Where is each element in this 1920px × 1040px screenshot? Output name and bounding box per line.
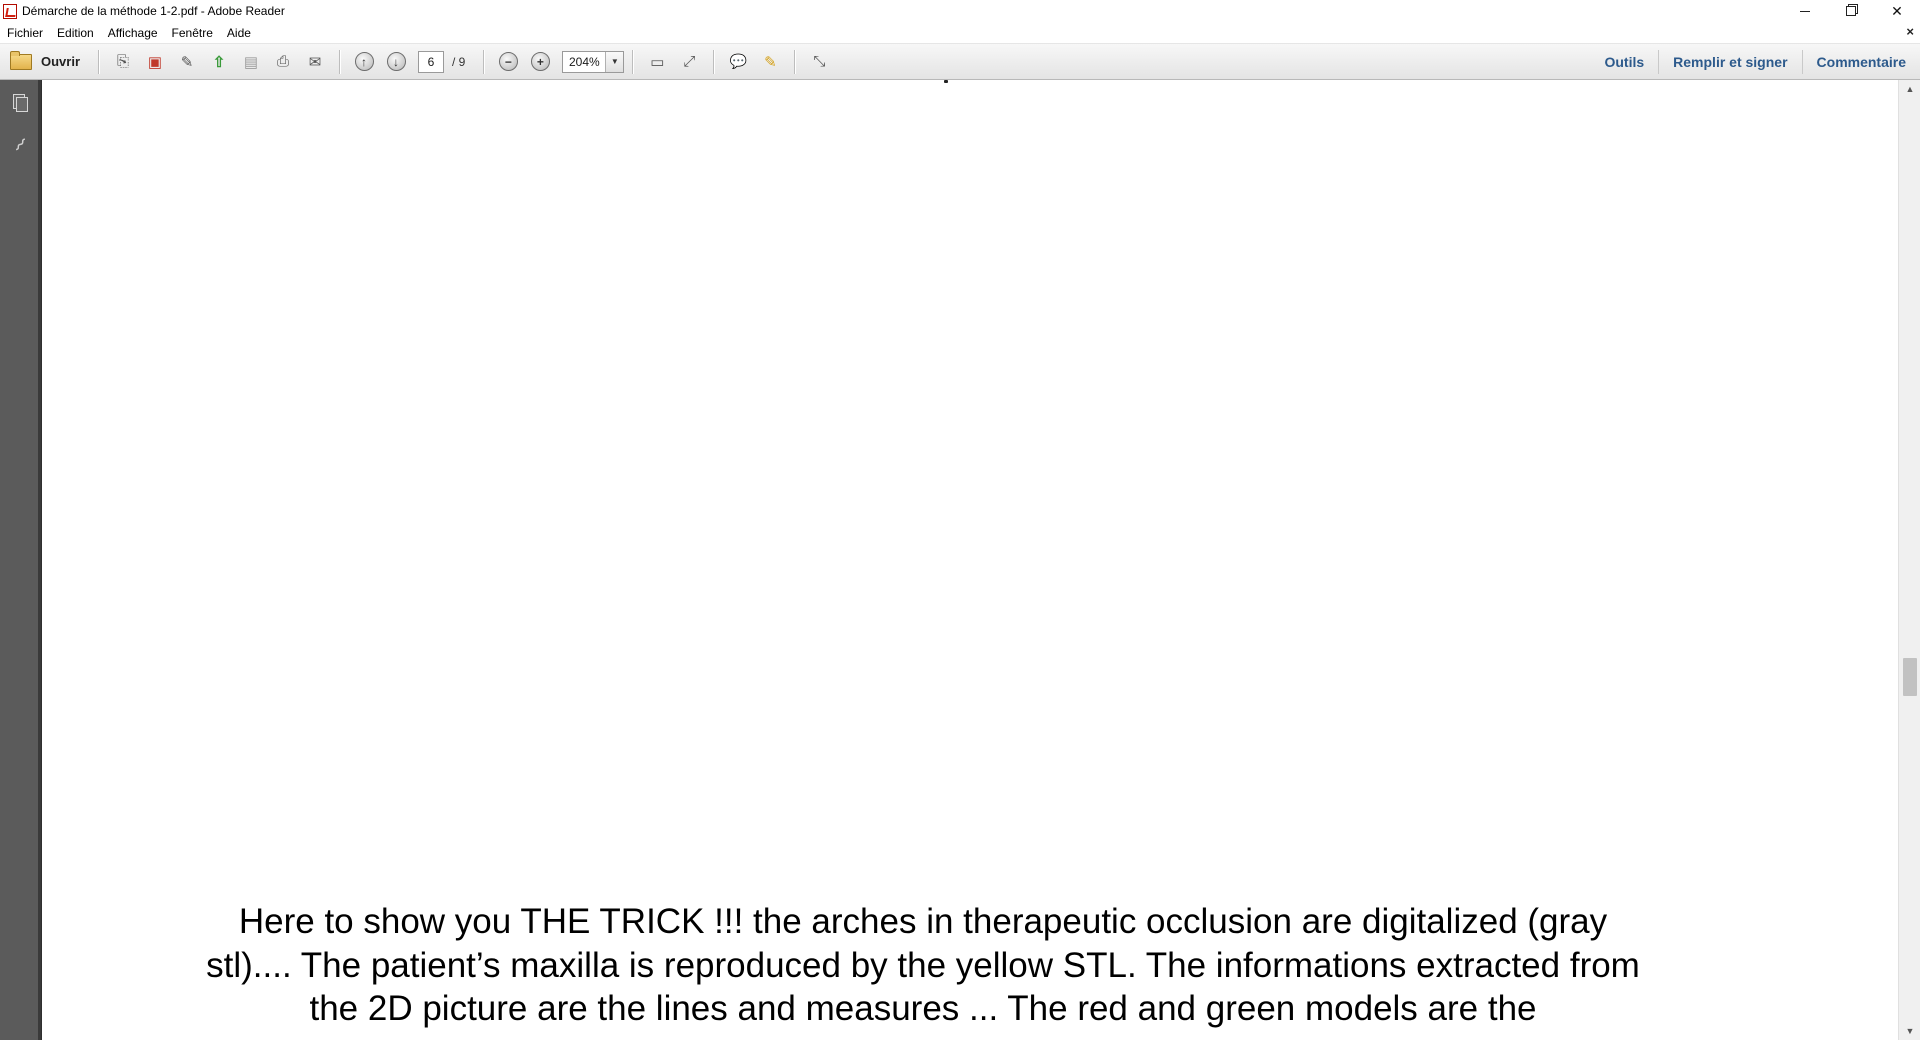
menu-fenetre[interactable]: Fenêtre	[165, 26, 220, 40]
chevron-down-icon[interactable]: ▼	[605, 51, 624, 72]
acrobat-pdf-icon	[3, 3, 17, 19]
full-screen-icon[interactable]: ⤢	[677, 50, 701, 74]
toolbar-separator	[98, 49, 100, 74]
menu-bar: Fichier Edition Affichage Fenêtre Aide ×	[0, 22, 1920, 44]
email-icon[interactable]: ✉	[303, 50, 327, 74]
zoom-out-button[interactable]: −	[496, 50, 520, 74]
save-icon[interactable]: ▤	[239, 50, 263, 74]
zoom-value[interactable]: 204%	[563, 52, 605, 72]
title-bar: Démarche de la méthode 1-2.pdf - Adobe R…	[0, 0, 1920, 22]
create-pdf-icon[interactable]: ⎘	[111, 50, 135, 74]
read-mode-icon[interactable]: ⤡	[807, 50, 831, 74]
menu-fichier[interactable]: Fichier	[0, 26, 50, 40]
close-document-button[interactable]: ×	[1906, 24, 1914, 39]
menu-edition[interactable]: Edition	[50, 26, 101, 40]
tools-pane-link[interactable]: Outils	[1590, 50, 1658, 74]
fit-page-icon[interactable]: ▭	[645, 50, 669, 74]
page-mark	[944, 80, 948, 83]
zoom-in-button[interactable]: +	[528, 50, 552, 74]
scroll-up-arrow-icon[interactable]: ▲	[1899, 80, 1920, 98]
open-button-label: Ouvrir	[41, 54, 81, 69]
upload-cloud-icon[interactable]: ⇧	[207, 50, 231, 74]
print-icon[interactable]: ⎙	[271, 50, 295, 74]
toolbar-separator	[483, 49, 485, 74]
next-page-button[interactable]: ↓	[384, 50, 408, 74]
edit-pdf-icon[interactable]: ✎	[175, 50, 199, 74]
arrow-up-icon: ↑	[354, 52, 374, 71]
window-title: Démarche de la méthode 1-2.pdf - Adobe R…	[22, 4, 285, 18]
highlight-icon[interactable]: ✎	[758, 50, 782, 74]
toolbar-separator	[713, 49, 715, 74]
vertical-scrollbar[interactable]: ▲ ▼	[1898, 80, 1920, 1040]
minimize-button[interactable]	[1782, 0, 1828, 22]
menu-affichage[interactable]: Affichage	[101, 26, 165, 40]
document-paragraph: Here to show you THE TRICK !!! the arche…	[206, 902, 1640, 1028]
arrow-down-icon: ↓	[386, 52, 406, 71]
folder-icon	[10, 50, 32, 70]
toolbar: Ouvrir ⎘ ▣ ✎ ⇧ ▤ ⎙ ✉ ↑ ↓ 6 / 9 − + 204% …	[0, 44, 1920, 80]
task-panes: Outils Remplir et signer Commentaire	[1590, 44, 1920, 80]
toolbar-separator	[339, 49, 341, 74]
document-view[interactable]: Here to show you THE TRICK !!! the arche…	[41, 80, 1898, 1040]
menu-aide[interactable]: Aide	[220, 26, 258, 40]
export-pdf-icon[interactable]: ▣	[143, 50, 167, 74]
fill-sign-pane-link[interactable]: Remplir et signer	[1658, 50, 1801, 74]
page-thumbnails-icon[interactable]	[10, 92, 30, 114]
scroll-down-arrow-icon[interactable]: ▼	[1899, 1022, 1920, 1040]
attachments-icon[interactable]: ⌇	[5, 130, 34, 160]
navigation-pane: ⌇	[0, 80, 41, 1040]
scrollbar-thumb[interactable]	[1903, 658, 1917, 696]
plus-icon: +	[530, 52, 550, 71]
previous-page-button[interactable]: ↑	[352, 50, 376, 74]
minus-icon: −	[498, 52, 518, 71]
comment-pane-link[interactable]: Commentaire	[1801, 50, 1920, 74]
comment-icon[interactable]: 💬	[726, 50, 750, 74]
page-thumbnail-front	[16, 97, 28, 112]
page-number-input[interactable]: 6	[418, 50, 445, 73]
zoom-select[interactable]: 204% ▼	[562, 50, 625, 73]
toolbar-separator	[632, 49, 634, 74]
close-window-button[interactable]: ✕	[1874, 0, 1920, 22]
restore-button[interactable]	[1828, 0, 1874, 22]
page-total: / 9	[452, 54, 466, 69]
open-button[interactable]: Ouvrir	[0, 48, 90, 76]
toolbar-separator	[794, 49, 796, 74]
window-controls: ✕	[1782, 0, 1920, 22]
